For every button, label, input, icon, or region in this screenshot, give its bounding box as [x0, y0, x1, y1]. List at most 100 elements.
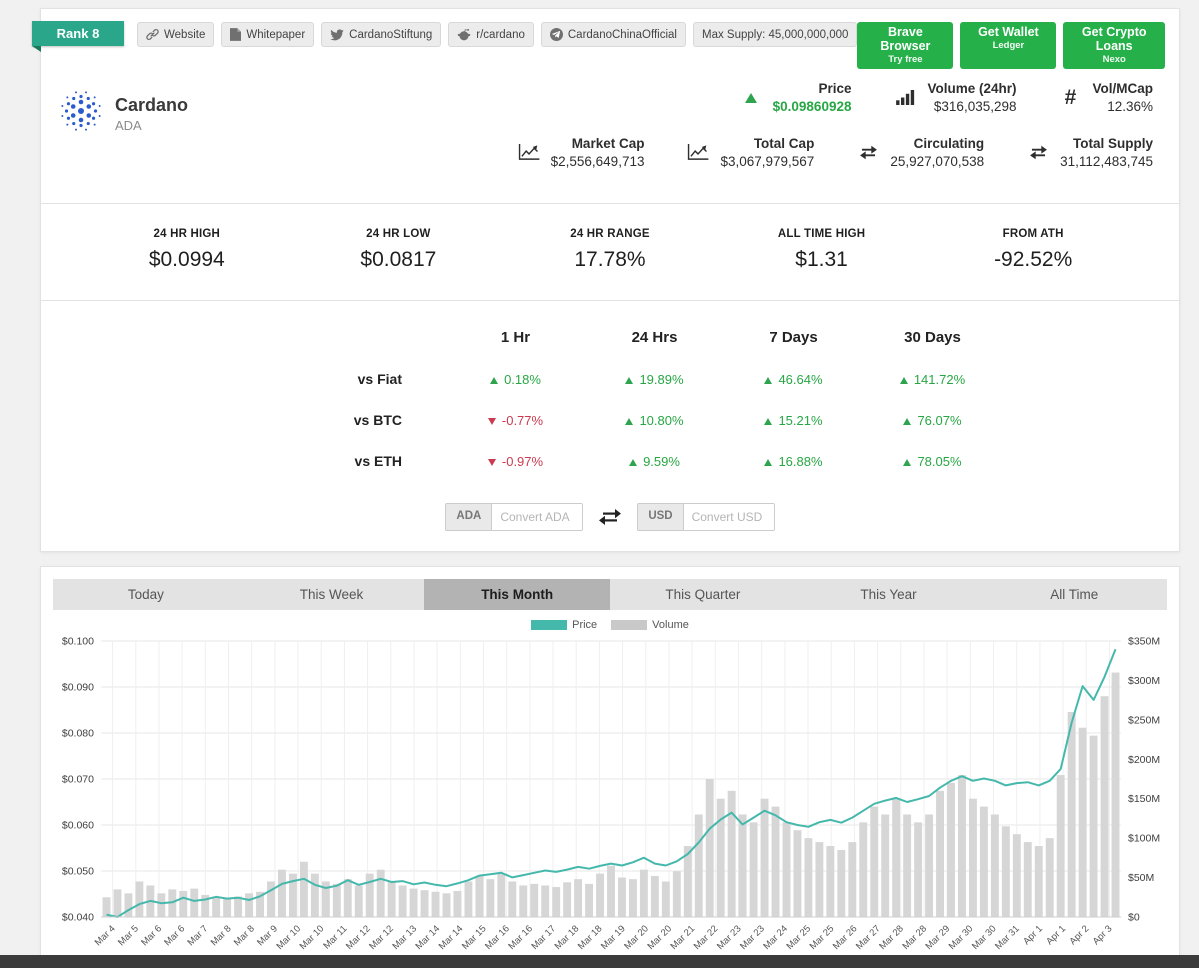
svg-text:Mar 23: Mar 23 — [715, 923, 744, 952]
tab-all-time[interactable]: All Time — [981, 579, 1167, 610]
legend-swatch — [531, 620, 568, 630]
usd-converter-group: USD — [637, 503, 775, 531]
svg-text:Mar 26: Mar 26 — [831, 923, 860, 952]
pt-value-text: 16.88% — [778, 453, 823, 469]
pt-value-text: 76.07% — [917, 412, 962, 428]
pt-value: 78.05% — [863, 454, 1002, 469]
metrics-row-2: Market Cap $2,556,649,713 Total Cap $3,067,… — [517, 136, 1153, 169]
svg-text:$350M: $350M — [1128, 636, 1160, 648]
ada-amount-input[interactable] — [491, 503, 584, 531]
metrics-row-1: Price $0.09860928 Volume (24hr) $316,035,29… — [739, 81, 1153, 114]
metric-text: Price $0.09860928 — [773, 81, 852, 114]
ada-label: ADA — [445, 503, 492, 531]
up-triangle-icon — [903, 458, 912, 466]
svg-text:$150M: $150M — [1128, 793, 1160, 805]
svg-text:Mar 10: Mar 10 — [298, 923, 327, 952]
chip-label: Website — [164, 28, 206, 41]
coin-summary-card: Rank 8 Website Whitepaper CardanoStiftung r… — [32, 8, 1180, 552]
metric-label: Total Cap — [753, 136, 815, 151]
ada-converter-group: ADA — [445, 503, 584, 531]
promo-brave-browser-button[interactable]: Brave Browser Try free — [857, 22, 954, 69]
metric-market-cap: Market Cap $2,556,649,713 — [517, 136, 645, 169]
pt-value-text: 141.72% — [913, 371, 966, 387]
up-triangle-icon — [899, 376, 908, 384]
coin-symbol: ADA — [115, 117, 142, 133]
converter: ADA USD — [41, 503, 1179, 531]
chip-cardanostiftung[interactable]: CardanoStiftung — [321, 22, 442, 47]
svg-text:Mar 31: Mar 31 — [993, 923, 1022, 952]
metric-circulating: Circulating 25,927,070,538 — [856, 136, 984, 169]
stat-24-hr-range: 24 HR RANGE 17.78% — [504, 228, 716, 272]
svg-text:Mar 23: Mar 23 — [738, 923, 767, 952]
pt-value: 76.07% — [863, 413, 1002, 428]
svg-text:Mar 24: Mar 24 — [761, 923, 790, 952]
chip-r-cardano[interactable]: r/cardano — [448, 22, 534, 47]
stat-from-ath: FROM ATH -92.52% — [927, 228, 1139, 272]
up-triangle-icon — [764, 376, 773, 384]
cycle-icon — [856, 145, 880, 160]
link-chips: Website Whitepaper CardanoStiftung r/cardan… — [137, 22, 858, 47]
svg-text:Mar 20: Mar 20 — [622, 923, 651, 952]
price-volume-chart[interactable]: $0.100 $0.090 $0.080 $0.070 $0.060 $0.050 $0.0… — [53, 633, 1167, 963]
pt-col-30-days: 30 Days — [904, 329, 961, 346]
up-triangle-icon — [490, 376, 499, 384]
link-icon — [146, 28, 159, 41]
svg-text:Mar 20: Mar 20 — [645, 923, 674, 952]
promo-subtitle: Nexo — [1102, 54, 1126, 65]
promo-get-crypto-loans-button[interactable]: Get Crypto Loans Nexo — [1063, 22, 1165, 69]
metric-value: 12.36% — [1107, 99, 1153, 114]
svg-text:Mar 5: Mar 5 — [116, 923, 141, 948]
tab-this-year[interactable]: This Year — [796, 579, 982, 610]
pt-value-text: 15.21% — [778, 412, 823, 428]
stat-value: 17.78% — [574, 248, 646, 271]
coin-name: Cardano — [115, 94, 189, 115]
svg-text:Mar 14: Mar 14 — [414, 923, 443, 952]
svg-text:Mar 13: Mar 13 — [390, 923, 419, 952]
chip-cardanochinaofficial[interactable]: CardanoChinaOfficial — [540, 22, 686, 47]
metric-price: Price $0.09860928 — [739, 81, 852, 114]
svg-text:$0.090: $0.090 — [62, 682, 94, 694]
svg-text:Mar 28: Mar 28 — [900, 923, 929, 952]
pt-value-text: -0.77% — [501, 412, 544, 428]
metric-label: Total Supply — [1073, 136, 1153, 151]
usd-label: USD — [637, 503, 683, 531]
svg-text:Mar 29: Mar 29 — [924, 923, 953, 952]
chip-max-supply-45-000-000-000[interactable]: Max Supply: 45,000,000,000 — [692, 22, 858, 47]
pt-value: 15.21% — [724, 413, 863, 428]
tab-this-month[interactable]: This Month — [424, 579, 611, 610]
up-triangle-icon — [764, 417, 773, 425]
coin-name-block: Cardano ADA — [115, 95, 188, 133]
svg-text:Mar 8: Mar 8 — [232, 923, 257, 948]
tab-this-quarter[interactable]: This Quarter — [610, 579, 796, 610]
promo-subtitle: Try free — [888, 54, 923, 65]
up-triangle-icon — [625, 417, 634, 425]
top-row: Website Whitepaper CardanoStiftung r/cardan… — [41, 9, 1179, 69]
hash-icon: # — [1064, 86, 1077, 109]
chip-website[interactable]: Website — [137, 22, 215, 47]
promo-get-wallet-button[interactable]: Get Wallet Ledger — [960, 22, 1057, 69]
tab-today[interactable]: Today — [53, 579, 239, 610]
svg-text:Mar 28: Mar 28 — [877, 923, 906, 952]
tab-this-week[interactable]: This Week — [239, 579, 425, 610]
legend-volume: Volume — [611, 619, 689, 631]
svg-text:Mar 18: Mar 18 — [576, 923, 605, 952]
svg-text:Mar 6: Mar 6 — [162, 923, 187, 948]
stat-24-hr-low: 24 HR LOW $0.0817 — [293, 228, 505, 272]
pt-value: 16.88% — [724, 454, 863, 469]
line-chart-icon — [517, 144, 541, 161]
svg-text:$250M: $250M — [1128, 714, 1160, 726]
svg-text:Mar 14: Mar 14 — [437, 923, 466, 952]
svg-text:Mar 30: Mar 30 — [970, 923, 999, 952]
chip-whitepaper[interactable]: Whitepaper — [221, 22, 315, 47]
metric-value: $0.09860928 — [772, 99, 852, 114]
page: Rank 8 Website Whitepaper CardanoStiftung r… — [0, 0, 1199, 968]
usd-amount-input[interactable] — [682, 503, 775, 531]
stat-label: 24 HR LOW — [366, 228, 431, 240]
pt-value-text: 10.80% — [639, 412, 684, 428]
metric-value: $2,556,649,713 — [550, 154, 645, 169]
svg-text:Mar 25: Mar 25 — [808, 923, 837, 952]
svg-text:Mar 7: Mar 7 — [185, 923, 210, 948]
cardano-logo-icon — [59, 89, 103, 138]
cycle-icon — [1026, 145, 1050, 160]
svg-text:$200M: $200M — [1128, 754, 1160, 766]
